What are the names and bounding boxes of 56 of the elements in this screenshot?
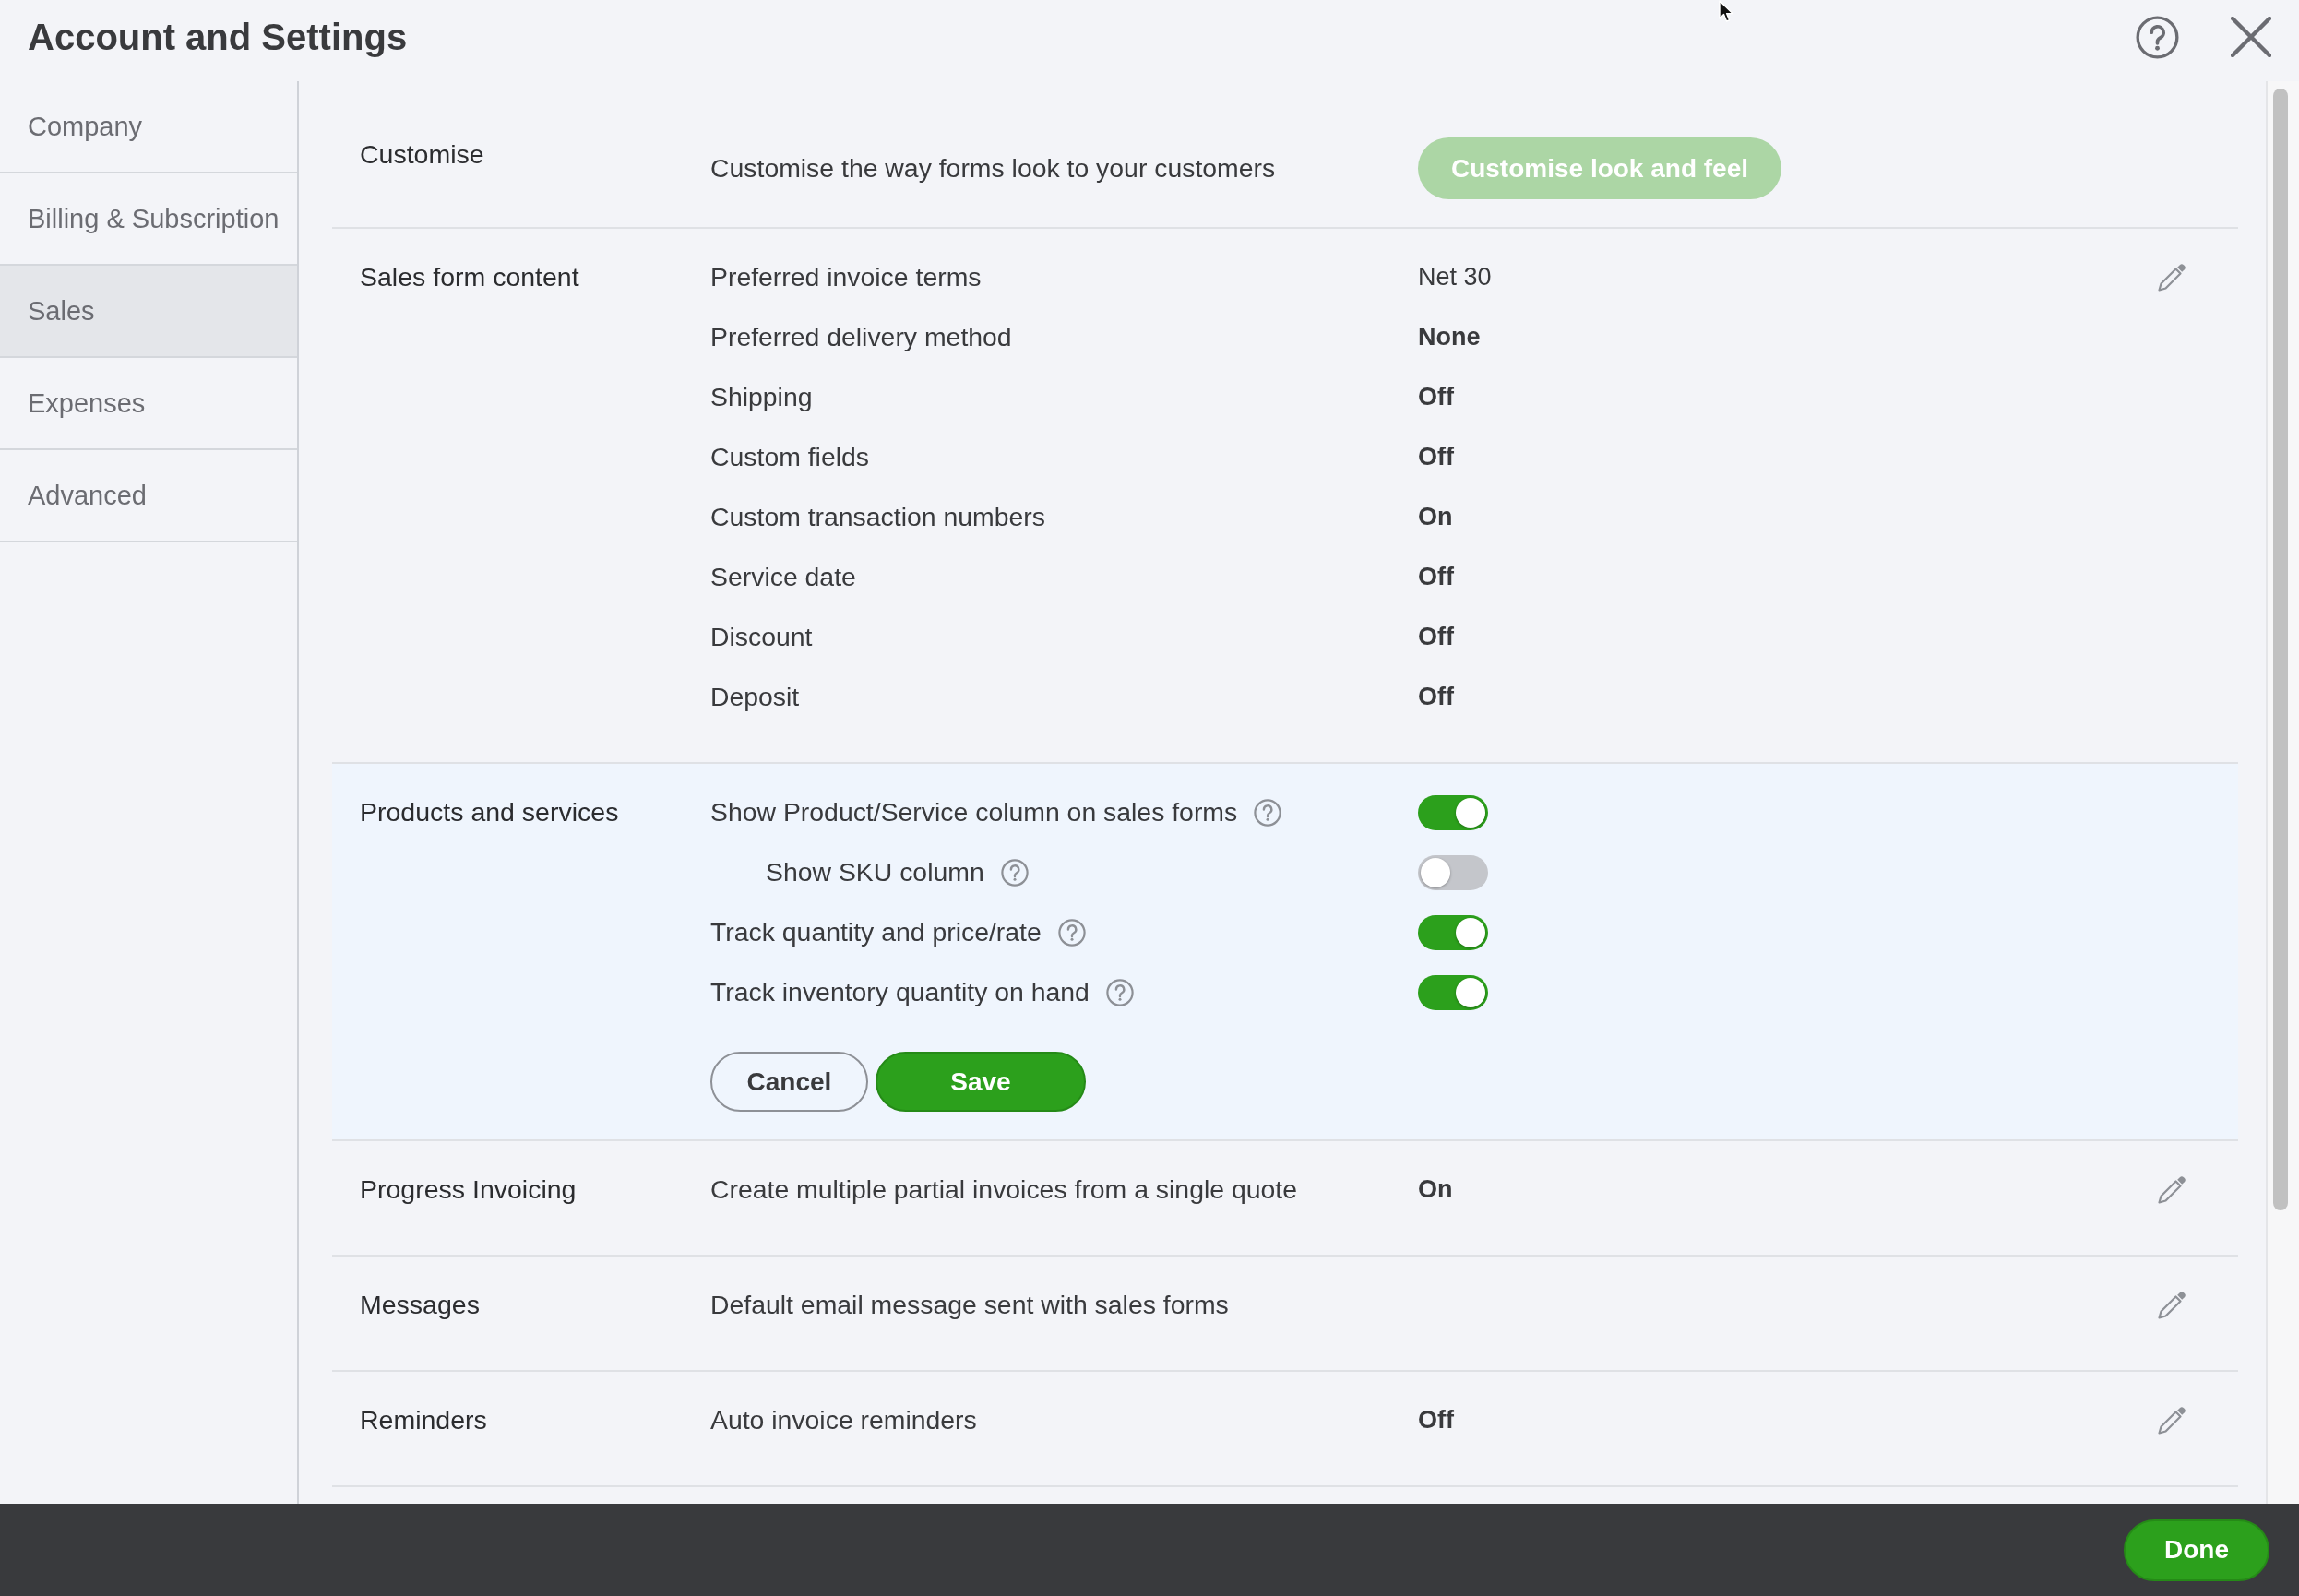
toggle-switch[interactable] xyxy=(1418,914,1488,950)
section-title: Messages xyxy=(360,1290,480,1319)
help-icon[interactable] xyxy=(2136,15,2179,59)
section-title: Reminders xyxy=(360,1405,487,1435)
setting-label: Auto invoice reminders xyxy=(710,1405,977,1435)
section-title: Progress Invoicing xyxy=(360,1174,577,1204)
scrollbar-thumb[interactable] xyxy=(2273,89,2288,1210)
pencil-icon[interactable] xyxy=(2156,1173,2187,1206)
setting-label: Track quantity and price/rate xyxy=(710,917,1042,947)
setting-value: Off xyxy=(1418,1406,1454,1435)
toggle-switch[interactable] xyxy=(1418,974,1488,1010)
pencil-icon[interactable] xyxy=(2156,261,2187,293)
sidebar-item[interactable]: Sales xyxy=(0,266,297,358)
help-icon[interactable] xyxy=(1057,918,1086,947)
pencil-icon[interactable] xyxy=(2156,1404,2187,1436)
setting-value: Off xyxy=(1418,383,1454,411)
setting-value: Off xyxy=(1418,683,1454,711)
sidebar-item[interactable]: Expenses xyxy=(0,358,297,450)
setting-label: Deposit xyxy=(710,682,800,712)
cancel-button[interactable]: Cancel xyxy=(710,1052,868,1112)
toggle-switch[interactable] xyxy=(1418,854,1488,890)
setting-value: None xyxy=(1418,323,1481,351)
section-title: Sales form content xyxy=(360,262,579,292)
help-icon[interactable] xyxy=(1000,858,1029,887)
done-button[interactable]: Done xyxy=(2124,1519,2269,1581)
setting-label: Custom transaction numbers xyxy=(710,502,1045,532)
sidebar-item[interactable]: Advanced xyxy=(0,450,297,542)
close-icon[interactable] xyxy=(2231,17,2271,57)
mouse-cursor-icon xyxy=(1718,0,1736,24)
setting-label: Show SKU column xyxy=(766,857,984,887)
setting-value: On xyxy=(1418,503,1453,531)
setting-value: On xyxy=(1418,1175,1453,1204)
setting-label: Preferred delivery method xyxy=(710,322,1012,352)
setting-label: Track inventory quantity on hand xyxy=(710,977,1090,1007)
section-title: Customise xyxy=(360,139,484,169)
setting-label: Discount xyxy=(710,622,813,652)
setting-value: Off xyxy=(1418,443,1454,471)
setting-value: Net 30 xyxy=(1418,263,1492,292)
setting-value: Off xyxy=(1418,563,1454,591)
setting-label: Custom fields xyxy=(710,442,869,472)
setting-label: Preferred invoice terms xyxy=(710,262,982,292)
section-title: Products and services xyxy=(360,797,619,827)
window-title: Account and Settings xyxy=(28,16,408,58)
setting-label: Show Product/Service column on sales forms xyxy=(710,797,1238,828)
setting-value: Off xyxy=(1418,623,1454,651)
setting-label: Create multiple partial invoices from a single quote xyxy=(710,1174,1297,1205)
toggle-switch[interactable] xyxy=(1418,794,1488,830)
sidebar-item[interactable]: Company xyxy=(0,81,297,173)
help-icon[interactable] xyxy=(1105,978,1134,1006)
help-icon[interactable] xyxy=(1254,798,1282,827)
save-button[interactable]: Save xyxy=(876,1052,1086,1112)
setting-label: Service date xyxy=(710,562,856,592)
pencil-icon[interactable] xyxy=(2156,1289,2187,1321)
setting-label: Default email message sent with sales forms xyxy=(710,1290,1229,1320)
setting-label: Shipping xyxy=(710,382,813,412)
setting-description: Customise the way forms look to your customers xyxy=(710,153,1276,184)
